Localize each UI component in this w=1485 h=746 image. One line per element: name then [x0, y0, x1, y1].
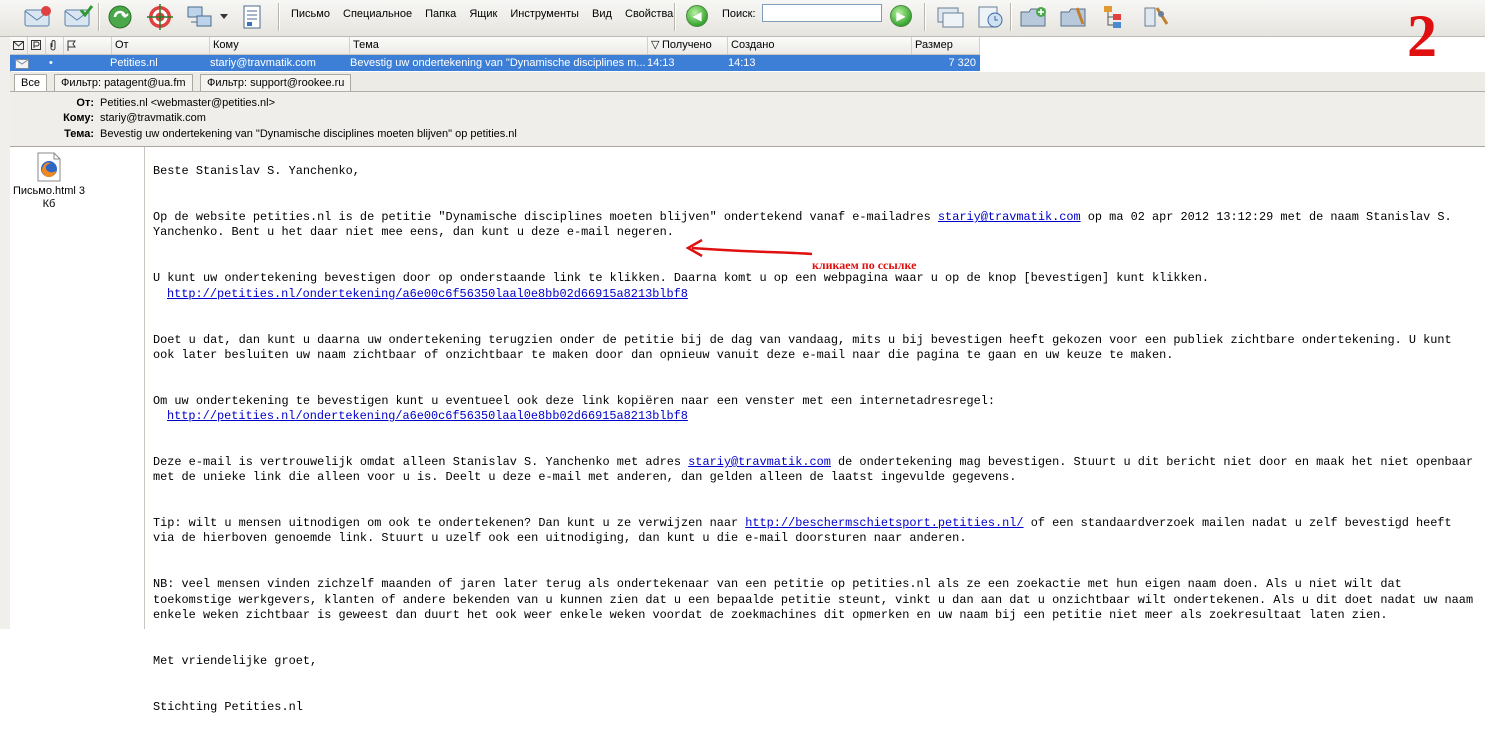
tree-icon[interactable] — [1098, 2, 1130, 32]
menu-item-letter[interactable]: Письмо — [291, 8, 330, 20]
chevron-down-icon[interactable] — [218, 2, 230, 32]
network-icon[interactable] — [184, 2, 216, 32]
column-header-subject[interactable]: Тема — [350, 37, 648, 54]
search-input[interactable] — [762, 4, 882, 22]
row-to: stariy@travmatik.com — [210, 57, 316, 69]
recycle-icon[interactable] — [104, 2, 136, 32]
toolbar-separator — [278, 3, 280, 31]
messages-icon[interactable] — [934, 2, 966, 32]
envelope-check-icon[interactable] — [62, 2, 94, 32]
message-header: От: Petities.nl <webmaster@petities.nl> … — [10, 92, 1485, 147]
tab-all[interactable]: Все — [14, 74, 47, 91]
message-body: Beste Stanislav S. Yanchenko, Op de webs… — [153, 149, 1478, 746]
toolbar-separator — [98, 3, 100, 31]
body-paragraph-7: NB: veel mensen vinden zichzelf maanden … — [153, 577, 1481, 622]
header-subject-value: Bevestig uw ondertekening van "Dynamisch… — [100, 128, 517, 140]
menu-item-special[interactable]: Специальное — [343, 8, 412, 20]
body-closing: Met vriendelijke groet, — [153, 653, 318, 668]
column-header-created[interactable]: Создано — [728, 37, 912, 54]
body-text: Tip: wilt u mensen uitnodigen om ook te … — [153, 516, 746, 531]
column-header-from[interactable]: От — [112, 37, 210, 54]
body-paragraph-3: Doet u dat, dan kunt u daarna uw onderte… — [153, 332, 1459, 362]
body-text: U kunt uw ondertekening bevestigen door … — [153, 271, 1210, 286]
body-paragraph-6: Tip: wilt u mensen uitnodigen om ook te … — [153, 516, 1478, 547]
column-priority-icon[interactable] — [28, 37, 46, 54]
menu-item-view[interactable]: Вид — [592, 8, 612, 20]
body-paragraph-2: U kunt uw ondertekening bevestigen door … — [153, 271, 1478, 302]
search-label: Поиск: — [722, 8, 756, 20]
envelope-receive-icon[interactable] — [22, 2, 54, 32]
annotation-arrow-icon — [685, 238, 813, 258]
row-received: 14:13 — [647, 57, 675, 69]
toolbar-separator — [924, 3, 926, 31]
menu-item-folder[interactable]: Папка — [425, 8, 456, 20]
body-text: Deze e-mail is vertrouwelijk omdat allee… — [153, 454, 689, 469]
menu-item-properties[interactable]: Свойства — [625, 8, 673, 20]
body-paragraph-5: Deze e-mail is vertrouwelijk omdat allee… — [153, 455, 1478, 486]
column-attachment-icon[interactable] — [46, 37, 64, 54]
email-link[interactable]: stariy@travmatik.com — [938, 210, 1081, 224]
header-to-row: Кому: stariy@travmatik.com — [10, 111, 1485, 126]
forward-arrow-icon[interactable]: ▶ — [890, 5, 912, 27]
confirm-link-copy[interactable]: http://petities.nl/ondertekening/a6e00c6… — [167, 409, 688, 423]
attachment-pane: Письмо.html 3 Кб — [10, 147, 145, 629]
header-from-row: От: Petities.nl <webmaster@petities.nl> — [10, 96, 1485, 111]
settings-tools-icon[interactable] — [1140, 2, 1172, 32]
header-to-label: Кому: — [63, 112, 94, 124]
column-flag-icon[interactable] — [64, 37, 112, 54]
toolbar-separator — [674, 3, 676, 31]
folder-tools-icon[interactable] — [1058, 2, 1090, 32]
toolbar-separator — [1010, 3, 1012, 31]
sort-desc-icon: ▽ — [651, 39, 660, 51]
column-header-size[interactable]: Размер — [912, 37, 980, 54]
column-header-to[interactable]: Кому — [210, 37, 350, 54]
column-header-received[interactable]: ▽ Получено — [648, 37, 728, 54]
attachment-name[interactable]: Письмо.html 3 Кб — [10, 185, 88, 211]
table-row[interactable]: • Petities.nl stariy@travmatik.com Beves… — [10, 55, 980, 71]
header-subject-row: Тема: Bevestig uw ondertekening van "Dyn… — [10, 127, 1485, 142]
overlay-number: 2 — [1407, 3, 1437, 69]
column-read-status-icon[interactable] — [10, 37, 28, 54]
message-list-header: От Кому Тема ▽ Получено Создано Размер — [10, 37, 980, 55]
menu-bar: Письмо Специальное Папка Ящик Инструмент… — [291, 8, 703, 20]
body-text: Om uw ondertekening te bevestigen kunt u… — [153, 393, 995, 408]
toolbar: Письмо Специальное Папка Ящик Инструмент… — [0, 0, 1485, 66]
tab-filter-patagent[interactable]: Фильтр: patagent@ua.fm — [54, 74, 193, 91]
firefox-html-icon[interactable] — [37, 152, 61, 182]
new-folder-icon[interactable] — [1018, 2, 1050, 32]
row-from: Petities.nl — [110, 57, 158, 69]
body-greeting: Beste Stanislav S. Yanchenko, — [153, 164, 360, 179]
column-header-received-label: Получено — [662, 39, 712, 51]
body-signature: Stichting Petities.nl — [153, 699, 303, 714]
body-paragraph-4: Om uw ondertekening te bevestigen kunt u… — [153, 394, 1478, 425]
back-arrow-icon[interactable]: ◀ — [686, 5, 708, 27]
header-from-label: От: — [76, 97, 94, 109]
menu-item-tools[interactable]: Инструменты — [510, 8, 579, 20]
tab-filter-support[interactable]: Фильтр: support@rookee.ru — [200, 74, 352, 91]
header-subject-label: Тема: — [64, 128, 94, 140]
annotation-label: кликаем по ссылке — [812, 258, 917, 272]
book-icon[interactable] — [236, 2, 268, 32]
envelope-read-icon — [12, 55, 30, 71]
target-icon[interactable] — [144, 2, 176, 32]
row-subject: Bevestig uw ondertekening van "Dynamisch… — [350, 57, 646, 69]
row-size: 7 320 — [948, 57, 976, 69]
header-to-value[interactable]: stariy@travmatik.com — [100, 111, 206, 126]
body-paragraph-1: Op de website petities.nl is de petitie … — [153, 210, 1478, 241]
filter-tabs: Все Фильтр: patagent@ua.fm Фильтр: suppo… — [10, 72, 1485, 92]
clock-note-icon[interactable] — [974, 2, 1006, 32]
menu-item-mailbox[interactable]: Ящик — [469, 8, 497, 20]
header-from-value[interactable]: Petities.nl <webmaster@petities.nl> — [100, 96, 275, 111]
priority-dot-icon: • — [49, 57, 53, 69]
confirm-link[interactable]: http://petities.nl/ondertekening/a6e00c6… — [167, 287, 688, 301]
body-text: Op de website petities.nl is de petitie … — [153, 210, 938, 225]
row-created: 14:13 — [728, 57, 756, 69]
petition-link[interactable]: http://beschermschietsport.petities.nl/ — [745, 516, 1023, 530]
email-link[interactable]: stariy@travmatik.com — [688, 455, 831, 469]
